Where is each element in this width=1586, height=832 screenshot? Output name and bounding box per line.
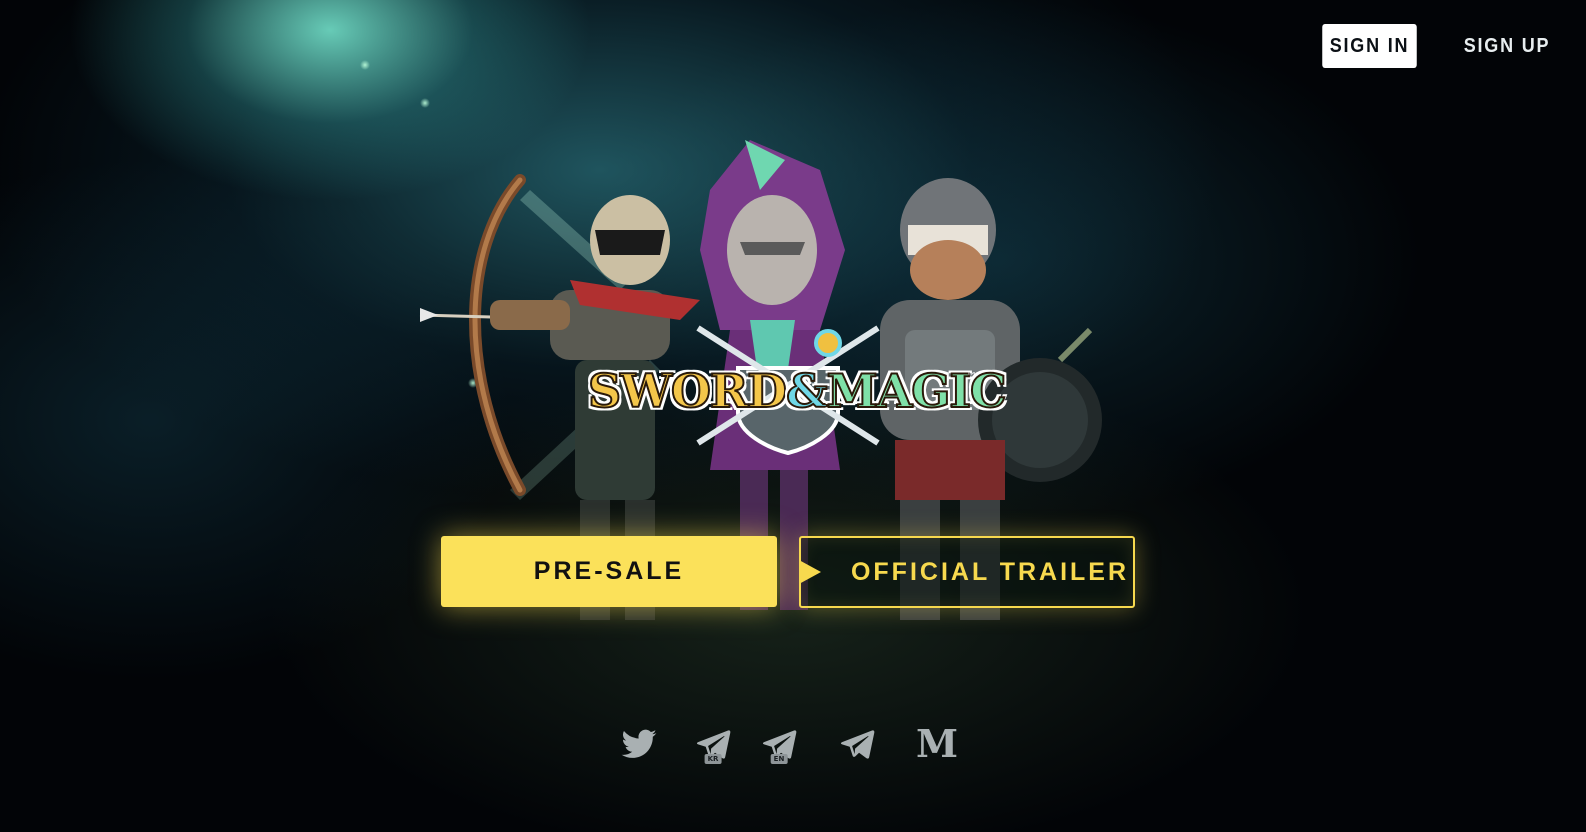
twitter-icon [621,729,657,758]
social-links: KR EN M [615,722,965,770]
telegram-en-link[interactable]: EN [757,722,801,766]
telegram-icon [840,730,875,759]
sign-in-button[interactable]: SIGN IN [1322,24,1417,68]
trailer-label: OFFICIAL TRAILER [850,557,1130,586]
logo-wordmark: SWORD&MAGIC [587,363,1008,419]
telegram-link[interactable] [835,722,879,766]
logo-trademark: ™ [966,370,977,383]
official-trailer-button[interactable]: OFFICIAL TRAILER [798,536,1135,608]
sword-and-magic-logo: SWORD&MAGIC [587,318,1008,458]
landing-page: SIGN IN SIGN UP SWORD&MAGIC ™ PRE-SALE O… [0,0,1586,832]
logo-magic-text: MAGIC [826,363,1008,419]
medium-icon: M [915,721,959,766]
presale-button[interactable]: PRE-SALE [441,536,777,607]
kr-badge: KR [704,754,722,764]
sparkle-decoration [360,60,370,70]
logo-ampersand: & [785,363,828,419]
medium-link[interactable]: M [915,722,959,766]
sparkle-decoration [420,98,430,108]
logo-sword-text: SWORD [587,363,788,419]
telegram-kr-link[interactable]: KR [691,722,735,766]
play-icon [798,560,821,584]
sign-up-button[interactable]: SIGN UP [1458,24,1557,68]
en-badge: EN [770,754,788,764]
twitter-link[interactable] [617,722,661,766]
